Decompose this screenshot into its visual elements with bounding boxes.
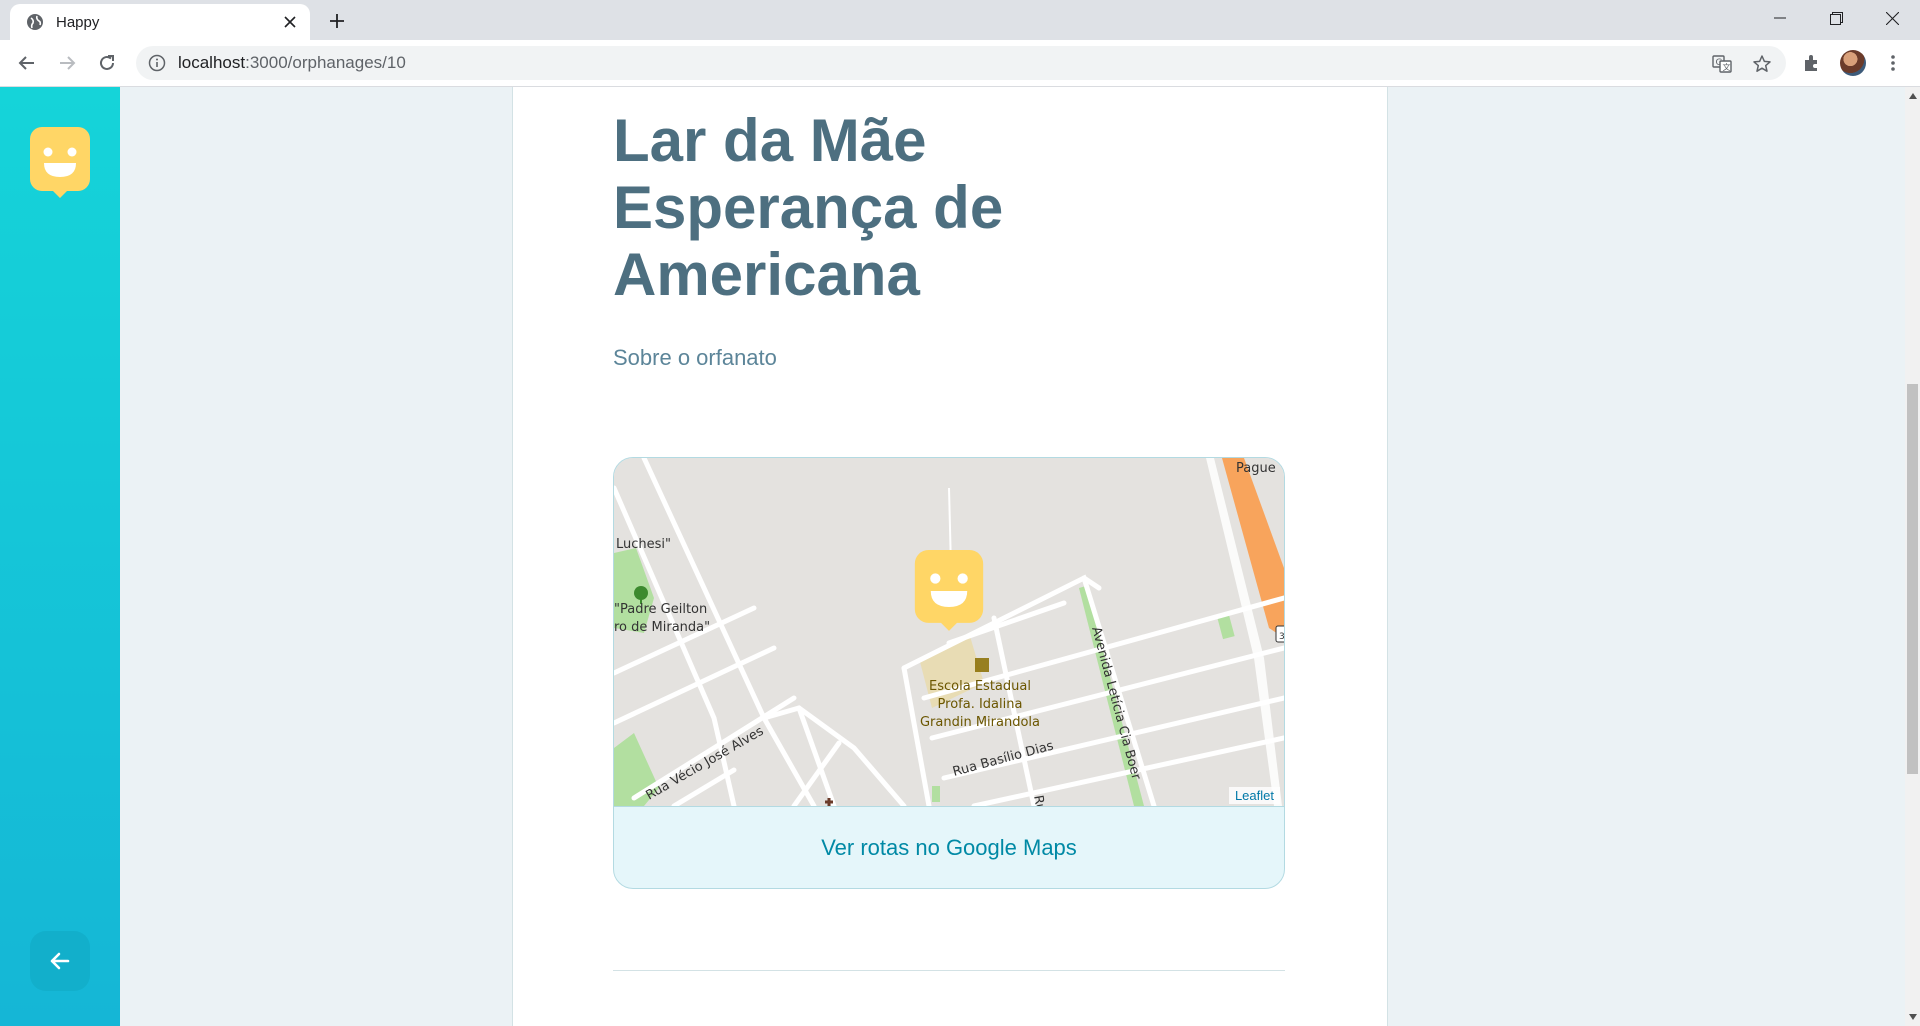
page-title: Lar da Mãe Esperança de Americana	[613, 107, 1004, 308]
translate-icon[interactable]: G 文	[1712, 54, 1732, 74]
avatar	[1840, 50, 1866, 76]
extensions-icon[interactable]	[1797, 48, 1827, 78]
svg-text:Ru: Ru	[1030, 794, 1048, 806]
map-attribution[interactable]: Leaflet	[1228, 787, 1280, 804]
sidebar	[0, 87, 120, 1026]
reload-icon[interactable]	[91, 47, 123, 79]
new-tab-icon[interactable]	[322, 6, 352, 36]
close-window-icon[interactable]	[1864, 0, 1920, 36]
map-marker-icon[interactable]	[912, 550, 986, 632]
scroll-up-icon[interactable]	[1905, 89, 1920, 103]
tab-title: Happy	[56, 13, 100, 31]
orphanage-details-card: Lar da Mãe Esperança de Americana Sobre …	[512, 87, 1388, 1026]
map[interactable]: Pague Luchesi" "Padre Geilton ro de Mira…	[614, 458, 1284, 806]
bookmark-star-icon[interactable]	[1752, 54, 1772, 74]
address-bar[interactable]: localhost:3000/orphanages/10 G 文	[136, 46, 1786, 80]
svg-text:Luchesi": Luchesi"	[616, 537, 671, 552]
about-label: Sobre o orfanato	[613, 345, 777, 370]
scrollbar[interactable]	[1905, 87, 1920, 1026]
scroll-down-icon[interactable]	[1905, 1010, 1920, 1024]
browser-tab[interactable]: Happy	[10, 4, 310, 40]
svg-text:Escola Estadual: Escola Estadual	[929, 679, 1031, 694]
browser-tabstrip: Happy	[0, 0, 1920, 40]
back-arrow-icon[interactable]	[11, 47, 43, 79]
svg-text:"Padre Geilton: "Padre Geilton	[614, 602, 707, 617]
forward-arrow-icon[interactable]	[51, 47, 83, 79]
google-maps-link[interactable]: Ver rotas no Google Maps	[821, 835, 1077, 861]
back-button[interactable]	[30, 931, 90, 991]
menu-kebab-icon[interactable]	[1878, 48, 1908, 78]
browser-toolbar: localhost:3000/orphanages/10 G 文	[0, 40, 1920, 87]
svg-text:Pague: Pague	[1236, 461, 1276, 476]
svg-text:Grandin Mirandola: Grandin Mirandola	[920, 715, 1040, 730]
minimize-icon[interactable]	[1752, 0, 1808, 36]
info-icon[interactable]	[148, 54, 166, 72]
svg-text:文: 文	[1723, 62, 1731, 72]
profile-avatar[interactable]	[1838, 48, 1868, 78]
svg-text:ro de Miranda": ro de Miranda"	[614, 620, 710, 635]
map-tiles: Pague Luchesi" "Padre Geilton ro de Mira…	[614, 458, 1284, 806]
divider	[613, 970, 1285, 971]
svg-text:3: 3	[1279, 632, 1284, 642]
page-viewport: Lar da Mãe Esperança de Americana Sobre …	[0, 87, 1905, 1026]
restore-icon[interactable]	[1808, 0, 1864, 36]
url-text[interactable]: localhost:3000/orphanages/10	[178, 53, 406, 73]
happy-logo-icon	[30, 127, 90, 198]
map-container: Pague Luchesi" "Padre Geilton ro de Mira…	[613, 457, 1285, 889]
arrow-left-icon	[50, 952, 70, 970]
map-footer: Ver rotas no Google Maps	[614, 806, 1284, 888]
svg-text:Profa. Idalina: Profa. Idalina	[938, 697, 1023, 712]
globe-icon	[27, 14, 43, 30]
tab-close-icon[interactable]	[276, 8, 304, 36]
scroll-thumb[interactable]	[1907, 384, 1918, 774]
window-controls	[1752, 0, 1920, 36]
